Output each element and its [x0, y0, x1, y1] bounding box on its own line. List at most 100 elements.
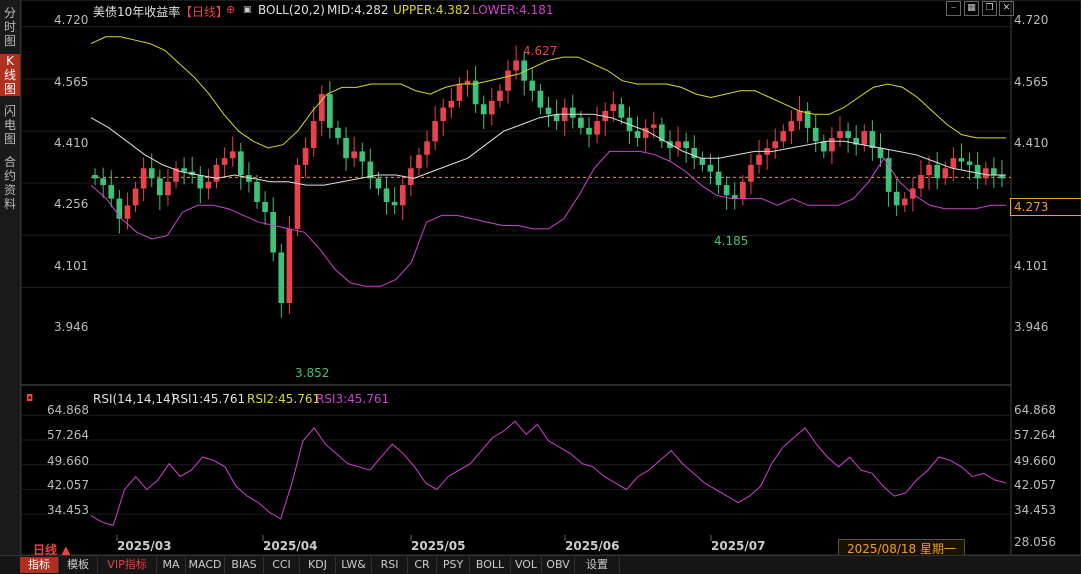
tab-ma[interactable]: MA — [157, 557, 186, 573]
candle-body — [254, 181, 260, 202]
candle-body — [229, 151, 236, 159]
candle-body — [594, 121, 600, 135]
candle-body — [634, 131, 641, 138]
candle-body — [205, 181, 212, 189]
tab-contract-info[interactable]: 合约资料 — [0, 155, 20, 211]
candle-body — [569, 107, 576, 118]
tab-rsi[interactable]: RSI — [372, 557, 408, 573]
tab-cr[interactable]: CR — [408, 557, 437, 573]
tab-settings[interactable]: 设置 — [575, 557, 620, 573]
candle-body — [181, 168, 187, 172]
candle-body — [399, 185, 406, 206]
tab-vol[interactable]: VOL — [511, 557, 542, 573]
candle-body — [529, 80, 536, 91]
candle-body — [92, 175, 98, 179]
candle-body — [707, 164, 714, 172]
candle-body — [302, 148, 309, 165]
candle-body — [448, 100, 455, 108]
rsi-tick-left: 42.057 — [47, 478, 89, 492]
x-axis-label: 2025/03 — [117, 539, 172, 553]
candle-body — [108, 185, 115, 199]
candle-body — [351, 151, 357, 159]
candle-body — [505, 70, 511, 91]
tab-kline[interactable]: K线图 — [0, 54, 20, 96]
price-tick-right: 4.565 — [1014, 75, 1049, 89]
window-grid-icon[interactable]: ▦ — [964, 1, 979, 16]
candle-body — [820, 141, 827, 152]
rsi-tick-right: 64.868 — [1014, 403, 1056, 417]
tab-template[interactable]: 模板 — [59, 557, 98, 573]
tab-indicators[interactable]: 指标 — [20, 557, 59, 573]
candle-body — [845, 131, 851, 138]
candle-body — [837, 131, 843, 138]
candle-body — [748, 164, 754, 182]
candle-body — [408, 168, 414, 186]
price-tick-left: 4.565 — [54, 75, 89, 89]
candle-body — [237, 151, 244, 175]
instrument-title: 美债10年收益率 — [93, 5, 181, 19]
window-restore-icon[interactable]: ❐ — [982, 1, 997, 16]
candle-body — [545, 107, 552, 115]
candle-body — [221, 158, 228, 165]
tab-lw[interactable]: LW& — [336, 557, 372, 573]
tab-bias[interactable]: BIAS — [225, 557, 264, 573]
candle-body — [885, 158, 892, 192]
window-minimize-icon[interactable]: ⎯ — [946, 1, 961, 16]
rsi2-value: RSI2:45.761 — [247, 392, 321, 406]
period-tag[interactable]: 【日线】 — [180, 3, 228, 20]
candle-body — [683, 141, 689, 149]
candle-body — [974, 164, 981, 179]
candle-body — [650, 124, 657, 128]
boll-indicator-icon[interactable]: ▣ — [243, 5, 252, 15]
boll-lower-line — [90, 150, 1006, 287]
price-tick-left: 4.720 — [54, 13, 89, 27]
rsi-tick-left: 49.660 — [47, 454, 89, 468]
candle-body — [270, 212, 277, 253]
rsi-line — [90, 420, 1007, 527]
candle-body — [537, 90, 544, 108]
rsi1-value: RSI1:45.761 — [172, 392, 246, 406]
tab-macd[interactable]: MACD — [186, 557, 225, 573]
candle-body — [861, 131, 868, 145]
current-price-label: 4.273 — [1010, 198, 1081, 216]
mid-low-annotation: 4.185 — [714, 234, 749, 248]
candle-body — [740, 181, 746, 199]
candle-body — [586, 127, 592, 135]
tab-vip-indicators[interactable]: VIP指标 — [98, 557, 157, 573]
tab-obv[interactable]: OBV — [542, 557, 575, 573]
candle-body — [982, 168, 989, 179]
price-tick-left: 4.101 — [54, 259, 89, 273]
candle-body — [294, 164, 301, 229]
tab-kdj[interactable]: KDJ — [300, 557, 336, 573]
tab-cci[interactable]: CCI — [264, 557, 300, 573]
rsi-settings-icon[interactable]: ◘ — [26, 394, 33, 404]
candle-body — [618, 104, 625, 118]
candle-body — [610, 104, 617, 111]
candle-body — [375, 178, 382, 189]
candle-body — [124, 205, 131, 219]
candle-body — [359, 151, 366, 162]
candle-body — [877, 148, 884, 159]
candle-body — [424, 141, 430, 155]
candle-body — [942, 168, 949, 179]
candle-body — [480, 104, 487, 115]
tab-flash-chart[interactable]: 闪电图 — [0, 104, 20, 146]
candle-body — [918, 175, 924, 189]
settings-icon[interactable]: ⊕ — [226, 3, 235, 16]
low-annotation: 3.852 — [295, 366, 330, 380]
tab-boll[interactable]: BOLL — [470, 557, 511, 573]
candle-body — [310, 121, 317, 149]
candle-body — [488, 100, 495, 115]
price-tick-right: 4.410 — [1014, 136, 1049, 150]
price-tick-left: 3.946 — [54, 320, 89, 334]
candle-body — [156, 178, 163, 196]
candle-body — [642, 127, 649, 138]
window-close-icon[interactable]: ✕ — [999, 1, 1014, 16]
candle-body — [812, 127, 819, 142]
tab-psy[interactable]: PSY — [437, 557, 470, 573]
candle-body — [140, 168, 147, 189]
price-tick-right: 4.101 — [1014, 259, 1049, 273]
tab-timeshare[interactable]: 分时图 — [0, 6, 20, 48]
chart-canvas[interactable] — [21, 0, 1081, 555]
candle-body — [893, 191, 900, 206]
